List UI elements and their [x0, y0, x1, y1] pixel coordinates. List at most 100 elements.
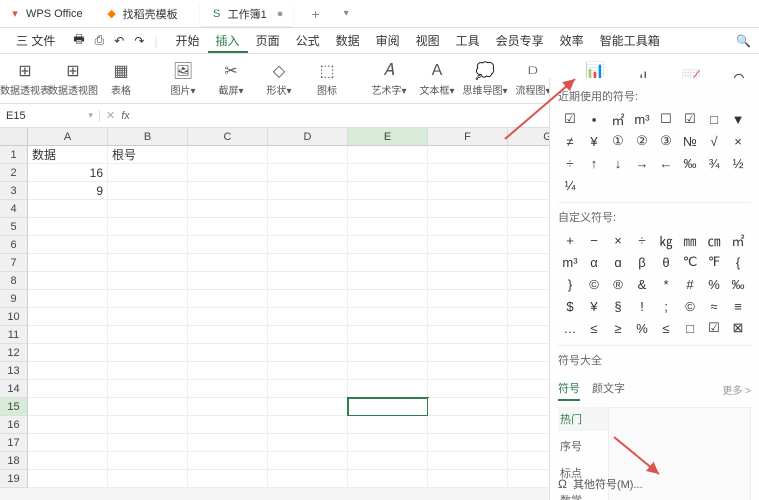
tab-template[interactable]: ◆ 找稻壳模板	[95, 2, 188, 26]
panel-tab-symbols[interactable]: 符号	[558, 380, 580, 401]
cell-B18[interactable]	[108, 452, 188, 470]
cell-C18[interactable]	[188, 452, 268, 470]
ribbon-button-5[interactable]: ✂截屏▾	[214, 61, 248, 97]
symbol-item[interactable]: ☑	[702, 317, 726, 339]
row-header-10[interactable]: 10	[0, 308, 28, 326]
menu-tab-6[interactable]: 视图	[408, 31, 448, 51]
symbol-item[interactable]: ㎡	[606, 108, 630, 130]
symbol-item[interactable]: ③	[654, 130, 678, 152]
cell-E4[interactable]	[348, 200, 428, 218]
menu-tab-1[interactable]: 插入	[208, 31, 248, 53]
file-menu[interactable]: 三 文件	[8, 29, 63, 52]
cell-E17[interactable]	[348, 434, 428, 452]
cell-E16[interactable]	[348, 416, 428, 434]
cell-A5[interactable]	[28, 218, 108, 236]
cell-C7[interactable]	[188, 254, 268, 272]
symbol-item[interactable]: α	[582, 251, 606, 273]
menu-tab-5[interactable]: 审阅	[368, 31, 408, 51]
symbol-item[interactable]: ②	[630, 130, 654, 152]
cell-F18[interactable]	[428, 452, 508, 470]
cell-C3[interactable]	[188, 182, 268, 200]
cell-F7[interactable]	[428, 254, 508, 272]
symbol-item[interactable]: m³	[630, 108, 654, 130]
cell-D14[interactable]	[268, 380, 348, 398]
cell-C17[interactable]	[188, 434, 268, 452]
symbol-item[interactable]: ☐	[654, 108, 678, 130]
cell-F10[interactable]	[428, 308, 508, 326]
ribbon-button-6[interactable]: ◇形状▾	[262, 61, 296, 97]
cell-D12[interactable]	[268, 344, 348, 362]
panel-tab-emoticons[interactable]: 颜文字	[592, 380, 625, 401]
cell-B3[interactable]	[108, 182, 188, 200]
col-header-D[interactable]: D	[268, 128, 348, 146]
symbol-item[interactable]: #	[678, 273, 702, 295]
cell-D16[interactable]	[268, 416, 348, 434]
row-header-1[interactable]: 1	[0, 146, 28, 164]
row-header-6[interactable]: 6	[0, 236, 28, 254]
cell-A16[interactable]	[28, 416, 108, 434]
symbol-item[interactable]: ≤	[654, 317, 678, 339]
cell-B13[interactable]	[108, 362, 188, 380]
cell-C4[interactable]	[188, 200, 268, 218]
ribbon-button-0[interactable]: ⊞数据透视表	[8, 61, 42, 97]
row-header-11[interactable]: 11	[0, 326, 28, 344]
symbol-item[interactable]: ɑ	[606, 251, 630, 273]
category-1[interactable]: 序号	[558, 434, 608, 458]
cell-C13[interactable]	[188, 362, 268, 380]
cell-C15[interactable]	[188, 398, 268, 416]
cell-B2[interactable]	[108, 164, 188, 182]
menu-tab-7[interactable]: 工具	[448, 31, 488, 51]
symbol-item[interactable]: ↑	[582, 152, 606, 174]
symbol-item[interactable]: №	[678, 130, 702, 152]
cell-B7[interactable]	[108, 254, 188, 272]
symbol-item[interactable]: ½	[726, 152, 750, 174]
ribbon-button-2[interactable]: ▦表格	[104, 61, 138, 97]
symbol-item[interactable]: …	[558, 317, 582, 339]
cell-C8[interactable]	[188, 272, 268, 290]
symbol-item[interactable]: ×	[726, 130, 750, 152]
symbol-item[interactable]: β	[630, 251, 654, 273]
ribbon-button-9[interactable]: 𝐴艺术字▾	[372, 61, 406, 97]
fx-icon[interactable]: fx	[121, 110, 130, 122]
symbol-item[interactable]: ‰	[726, 273, 750, 295]
cell-F9[interactable]	[428, 290, 508, 308]
symbol-item[interactable]: ⊠	[726, 317, 750, 339]
cell-B19[interactable]	[108, 470, 188, 488]
symbol-item[interactable]: %	[630, 317, 654, 339]
symbol-item[interactable]: ¥	[582, 295, 606, 317]
symbol-item[interactable]: −	[582, 229, 606, 251]
menu-tab-4[interactable]: 数据	[328, 31, 368, 51]
symbol-item[interactable]: ←	[654, 152, 678, 174]
ribbon-button-10[interactable]: A文本框▾	[420, 61, 454, 97]
search-icon[interactable]: 🔍	[736, 34, 751, 48]
cell-D18[interactable]	[268, 452, 348, 470]
cell-B10[interactable]	[108, 308, 188, 326]
symbol-item[interactable]: ①	[606, 130, 630, 152]
cell-A1[interactable]: 数据	[28, 146, 108, 164]
more-link[interactable]: 更多 >	[722, 382, 751, 397]
select-all-corner[interactable]	[0, 128, 28, 146]
cell-D3[interactable]	[268, 182, 348, 200]
cell-E12[interactable]	[348, 344, 428, 362]
add-tab-button[interactable]: +	[305, 6, 325, 22]
cell-A2[interactable]: 16	[28, 164, 108, 182]
symbol-item[interactable]: ©	[678, 295, 702, 317]
symbol-item[interactable]: →	[630, 152, 654, 174]
symbol-item[interactable]: ÷	[630, 229, 654, 251]
symbol-item[interactable]: ×	[606, 229, 630, 251]
col-header-E[interactable]: E	[348, 128, 428, 146]
cell-F19[interactable]	[428, 470, 508, 488]
toolbar-icon[interactable]: ⎙	[95, 33, 105, 48]
tab-menu-button[interactable]: ▾	[338, 8, 355, 19]
cell-B11[interactable]	[108, 326, 188, 344]
symbol-item[interactable]: ®	[606, 273, 630, 295]
row-header-18[interactable]: 18	[0, 452, 28, 470]
row-header-9[interactable]: 9	[0, 290, 28, 308]
symbol-item[interactable]: ≥	[606, 317, 630, 339]
menu-tab-10[interactable]: 智能工具箱	[592, 31, 668, 51]
name-box[interactable]: E15 ▾	[0, 110, 100, 122]
cell-D1[interactable]	[268, 146, 348, 164]
row-header-17[interactable]: 17	[0, 434, 28, 452]
symbol-item[interactable]: ÷	[558, 152, 582, 174]
cell-B8[interactable]	[108, 272, 188, 290]
